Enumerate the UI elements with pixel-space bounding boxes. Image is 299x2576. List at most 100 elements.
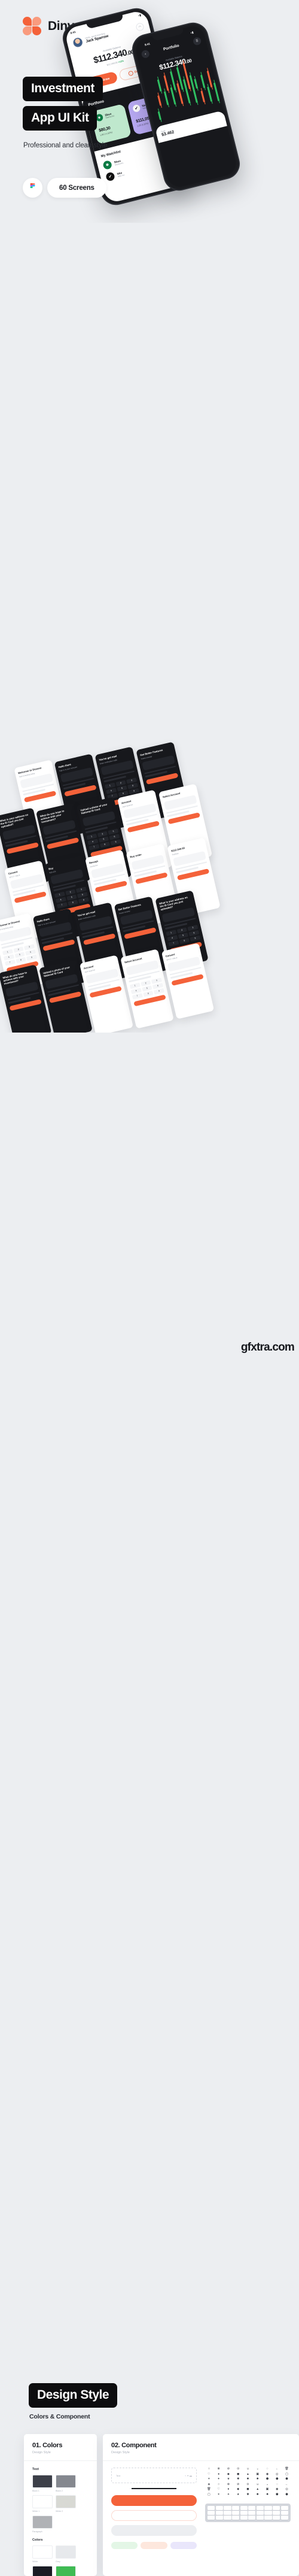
component-icon[interactable]: ★ — [225, 2478, 233, 2481]
keypad-key[interactable]: 9 — [190, 935, 201, 942]
component-icon[interactable]: ◎ — [273, 2472, 281, 2476]
component-icon[interactable]: ◌ — [264, 2468, 271, 2471]
secondary-button-sample[interactable] — [111, 2510, 197, 2521]
component-icon[interactable]: ○ — [215, 2483, 222, 2486]
component-icon[interactable]: ✦ — [215, 2478, 222, 2481]
keyboard-key[interactable] — [264, 2510, 272, 2515]
component-icon[interactable]: ⊘ — [234, 2483, 242, 2486]
component-icon[interactable]: ⌄ — [254, 2468, 261, 2471]
keypad-key[interactable]: 8 — [16, 956, 26, 964]
keypad-key[interactable]: 9 — [110, 839, 121, 846]
keyboard-key[interactable] — [224, 2510, 231, 2515]
component-icon[interactable]: ✶ — [205, 2478, 213, 2481]
component-icon[interactable]: ▣ — [264, 2488, 271, 2491]
keyboard-key[interactable] — [273, 2505, 280, 2510]
grid-menu-icon[interactable]: ⠿ — [192, 36, 202, 46]
keyboard-key[interactable] — [224, 2516, 231, 2520]
keyboard-key[interactable] — [248, 2516, 256, 2520]
component-icon[interactable]: ⊙ — [234, 2468, 242, 2471]
component-icon[interactable]: ● — [225, 2488, 233, 2491]
component-icon[interactable]: ⬢ — [283, 2493, 291, 2496]
component-icon[interactable]: ⬟ — [273, 2493, 281, 2496]
component-icon[interactable]: ⬟ — [264, 2478, 271, 2481]
component-icon[interactable]: ⌄ — [264, 2483, 271, 2486]
keyboard-key[interactable] — [256, 2510, 264, 2515]
keyboard-key[interactable] — [231, 2505, 240, 2510]
component-icon[interactable]: ♡ — [205, 2472, 213, 2476]
component-icon[interactable]: ☺ — [254, 2483, 261, 2486]
component-icon[interactable]: ☺ — [244, 2468, 252, 2471]
component-icon[interactable]: ⬢ — [273, 2478, 281, 2481]
keyboard-key[interactable] — [231, 2510, 240, 2515]
component-icon[interactable]: ● — [215, 2472, 222, 2476]
component-icon[interactable]: ← — [283, 2483, 291, 2486]
component-icon[interactable]: ▣ — [254, 2472, 261, 2476]
component-icon[interactable]: ⊗ — [215, 2468, 222, 2471]
keyboard-key[interactable] — [256, 2505, 264, 2510]
keyboard-sample[interactable] — [205, 2503, 291, 2523]
keypad-key[interactable]: 7 — [168, 940, 179, 947]
component-icon[interactable]: ✸ — [264, 2493, 271, 2496]
keypad-key[interactable]: 9 — [78, 897, 89, 904]
component-icon[interactable]: ★ — [234, 2493, 242, 2496]
component-icon[interactable]: ⊘ — [225, 2468, 233, 2471]
keypad-key[interactable]: 7 — [132, 992, 143, 1000]
keyboard-key[interactable] — [264, 2505, 272, 2510]
keyboard-key[interactable] — [240, 2505, 248, 2510]
input-field-sample[interactable]: Text ⌁ ✦ ▬ — [111, 2468, 197, 2483]
component-icon[interactable]: ◆ — [234, 2488, 242, 2491]
keyboard-key[interactable] — [264, 2516, 272, 2520]
primary-button-sample[interactable] — [111, 2495, 197, 2506]
component-icon[interactable]: ⊗ — [225, 2483, 233, 2486]
keypad-key[interactable]: 8 — [99, 841, 111, 848]
component-icon[interactable]: ◉ — [273, 2488, 281, 2491]
keyboard-key[interactable] — [224, 2505, 231, 2510]
keypad-key[interactable]: 8 — [142, 990, 154, 997]
component-icon[interactable]: ← — [273, 2468, 281, 2471]
keyboard-key[interactable] — [215, 2510, 223, 2515]
component-icon[interactable]: ⬣ — [283, 2478, 291, 2481]
keyboard-key[interactable] — [215, 2505, 223, 2510]
keyboard-key[interactable] — [208, 2505, 215, 2510]
keypad-key[interactable]: 9 — [154, 988, 164, 995]
keyboard-key[interactable] — [215, 2516, 223, 2520]
bell-icon[interactable]: ◠ — [135, 22, 145, 32]
keyboard-key[interactable] — [280, 2505, 288, 2510]
keyboard-key[interactable] — [273, 2510, 280, 2515]
keypad-key[interactable]: 8 — [67, 899, 78, 906]
keypad-key[interactable]: 7 — [56, 901, 68, 909]
keyboard-key[interactable] — [208, 2516, 215, 2520]
component-icon[interactable]: ◌ — [273, 2483, 281, 2486]
component-icon[interactable]: ▢ — [205, 2493, 213, 2496]
component-icon[interactable]: ▢ — [283, 2472, 291, 2476]
component-icon[interactable]: ♡ — [215, 2488, 222, 2491]
keypad-key[interactable]: 7 — [89, 844, 100, 850]
keypad-key[interactable]: 8 — [179, 937, 190, 945]
component-icon[interactable]: ▲ — [244, 2472, 252, 2476]
component-icon[interactable]: ○ — [205, 2468, 213, 2471]
component-icon[interactable]: ✱ — [244, 2493, 252, 2496]
component-icon[interactable]: ✱ — [234, 2478, 242, 2481]
component-icon[interactable]: ◉ — [264, 2472, 271, 2476]
keypad-key[interactable]: 9 — [26, 954, 38, 961]
component-icon[interactable]: ✶ — [215, 2493, 222, 2496]
keyboard-key[interactable] — [248, 2510, 256, 2515]
keyboard-key[interactable] — [273, 2516, 280, 2520]
component-icon[interactable]: ◈ — [205, 2483, 213, 2486]
component-icon[interactable]: ✸ — [254, 2478, 261, 2481]
keyboard-key[interactable] — [280, 2510, 288, 2515]
keypad-key[interactable]: 7 — [4, 959, 16, 966]
keyboard-key[interactable] — [231, 2516, 240, 2520]
component-icon[interactable]: ◼ — [244, 2488, 252, 2491]
component-icon[interactable]: ✦ — [225, 2493, 233, 2496]
keyboard-key[interactable] — [240, 2510, 248, 2515]
keyboard-key[interactable] — [280, 2516, 288, 2520]
keyboard-key[interactable] — [240, 2516, 248, 2520]
keyboard-key[interactable] — [208, 2510, 215, 2515]
component-icon[interactable]: ◆ — [225, 2472, 233, 2476]
component-icon[interactable]: ◎ — [283, 2488, 291, 2491]
keyboard-key[interactable] — [256, 2516, 264, 2520]
component-icon[interactable]: ✹ — [254, 2493, 261, 2496]
component-icon[interactable]: 🗑 — [283, 2468, 291, 2471]
component-icon[interactable]: ◼ — [234, 2472, 242, 2476]
